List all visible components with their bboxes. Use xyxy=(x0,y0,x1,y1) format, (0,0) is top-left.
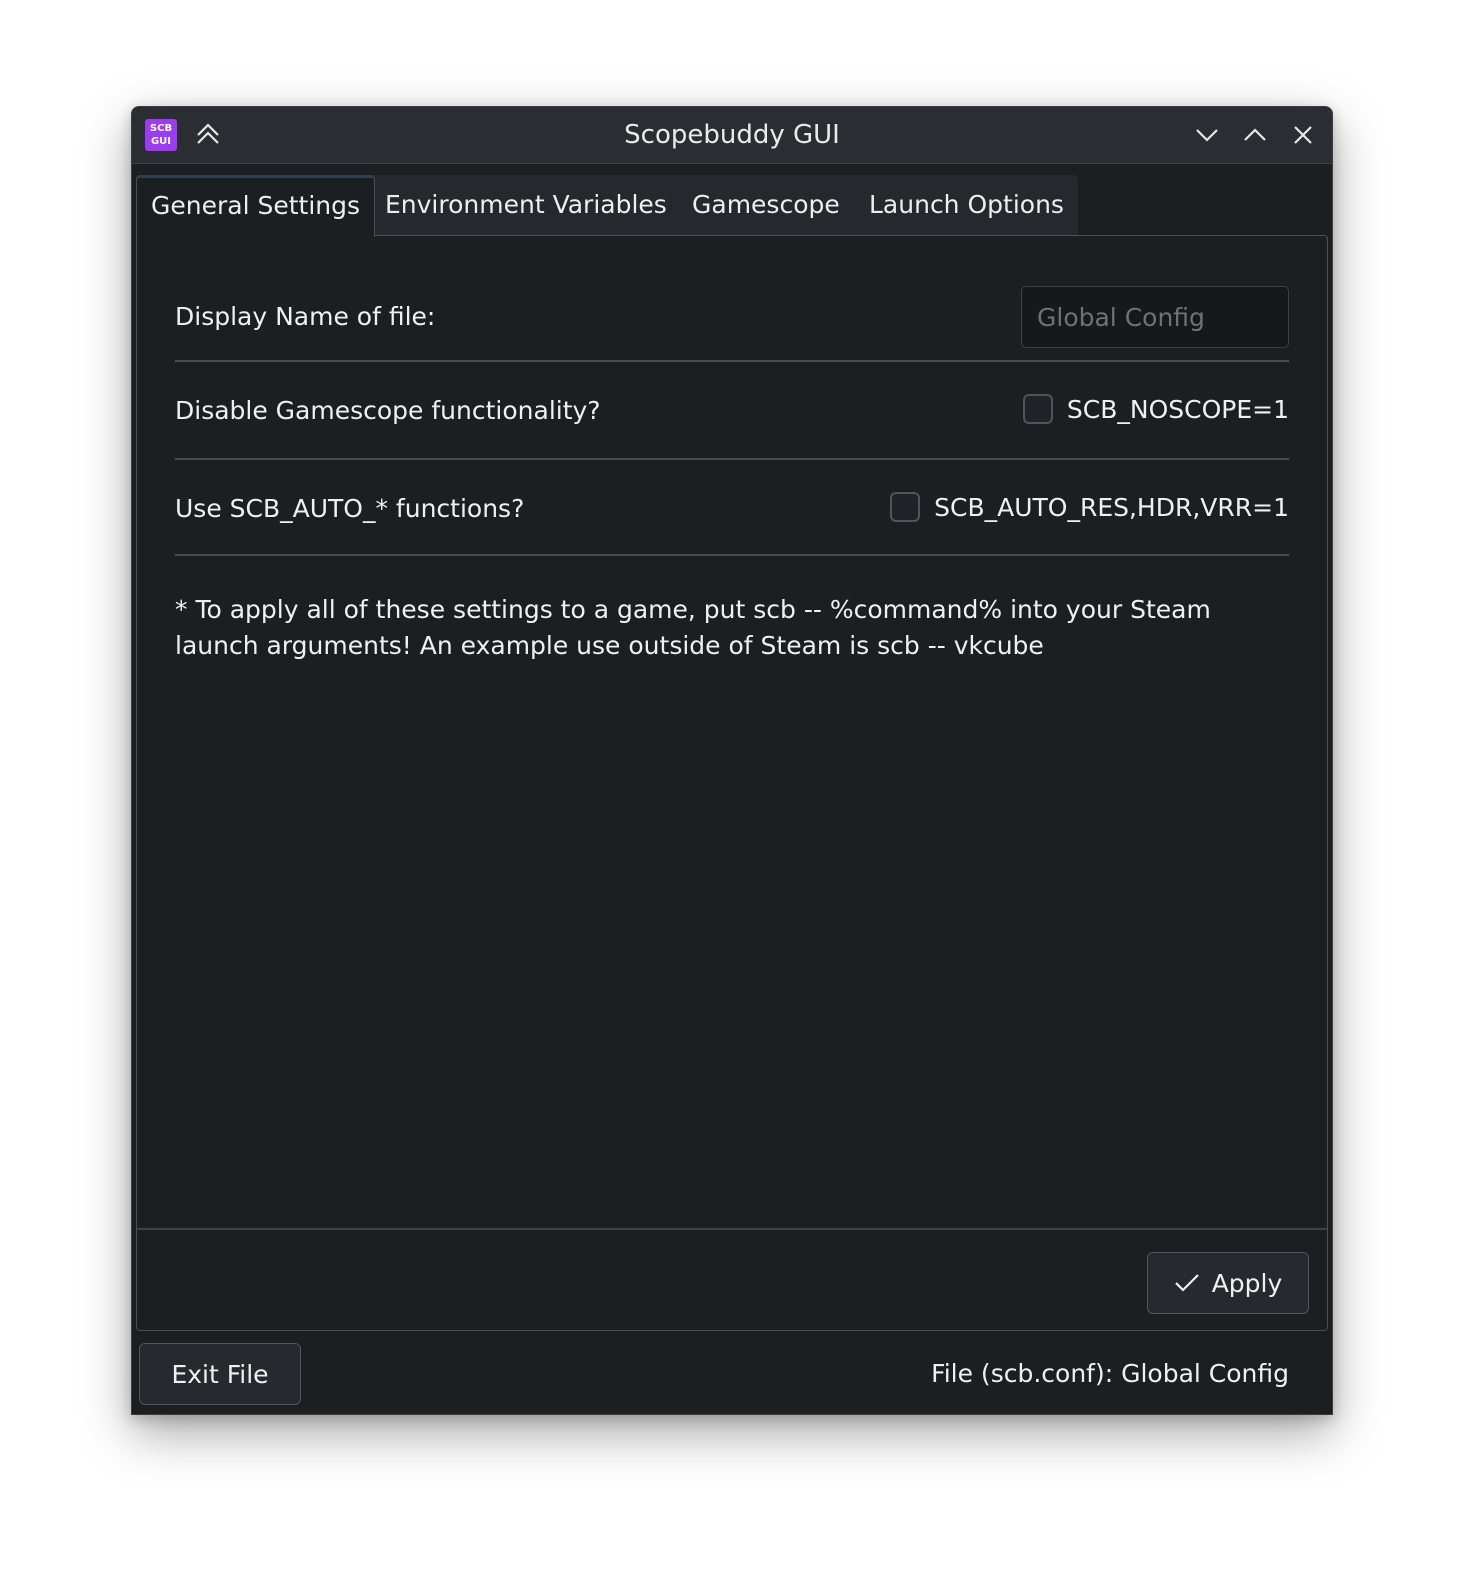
title-bar: SCB GUI Scopebuddy GUI xyxy=(132,107,1332,164)
general-settings-panel: Display Name of file: Disable Gamescope … xyxy=(136,235,1328,1331)
window-title: Scopebuddy GUI xyxy=(624,120,840,150)
tab-gamescope[interactable]: Gamescope xyxy=(692,175,840,235)
app-window: SCB GUI Scopebuddy GUI General Settings … xyxy=(131,106,1333,1415)
apply-button-label: Apply xyxy=(1211,1268,1283,1298)
auto-checkbox[interactable] xyxy=(890,492,921,522)
tab-bar: General Settings Environment Variables G… xyxy=(136,175,1078,237)
panel-separator xyxy=(137,1228,1327,1230)
app-icon[interactable]: SCB GUI xyxy=(145,119,177,151)
close-icon[interactable] xyxy=(1289,121,1317,149)
auto-row: Use SCB_AUTO_* functions? SCB_AUTO_RES,H… xyxy=(175,458,1289,556)
tab-environment-variables[interactable]: Environment Variables xyxy=(385,175,667,235)
display-name-row: Display Name of file: xyxy=(175,276,1289,362)
apply-button[interactable]: Apply xyxy=(1147,1252,1309,1314)
display-name-input[interactable] xyxy=(1021,286,1289,348)
app-icon-text-top: SCB xyxy=(149,123,173,134)
auto-checkbox-group[interactable]: SCB_AUTO_RES,HDR,VRR=1 xyxy=(890,487,1289,527)
auto-checkbox-label[interactable]: SCB_AUTO_RES,HDR,VRR=1 xyxy=(934,493,1289,522)
noscope-checkbox-group[interactable]: SCB_NOSCOPE=1 xyxy=(1022,389,1289,429)
noscope-checkbox[interactable] xyxy=(1022,394,1053,424)
check-icon xyxy=(1174,1274,1199,1292)
app-icon-text-bottom: GUI xyxy=(150,136,172,147)
minimize-icon[interactable] xyxy=(1193,121,1221,149)
noscope-label: Disable Gamescope functionality? xyxy=(175,396,601,425)
exit-file-button[interactable]: Exit File xyxy=(139,1343,301,1405)
maximize-icon[interactable] xyxy=(1241,121,1269,149)
auto-label: Use SCB_AUTO_* functions? xyxy=(175,494,525,523)
tab-general-settings[interactable]: General Settings xyxy=(136,175,376,237)
usage-note: * To apply all of these settings to a ga… xyxy=(175,595,1211,660)
keep-above-icon[interactable] xyxy=(194,121,222,149)
noscope-checkbox-label[interactable]: SCB_NOSCOPE=1 xyxy=(1067,395,1289,424)
tab-launch-options[interactable]: Launch Options xyxy=(869,175,1064,235)
exit-file-label: Exit File xyxy=(171,1359,269,1389)
display-name-label: Display Name of file: xyxy=(175,302,436,331)
noscope-row: Disable Gamescope functionality? SCB_NOS… xyxy=(175,360,1289,460)
file-status-text: File (scb.conf): Global Config xyxy=(931,1359,1289,1388)
